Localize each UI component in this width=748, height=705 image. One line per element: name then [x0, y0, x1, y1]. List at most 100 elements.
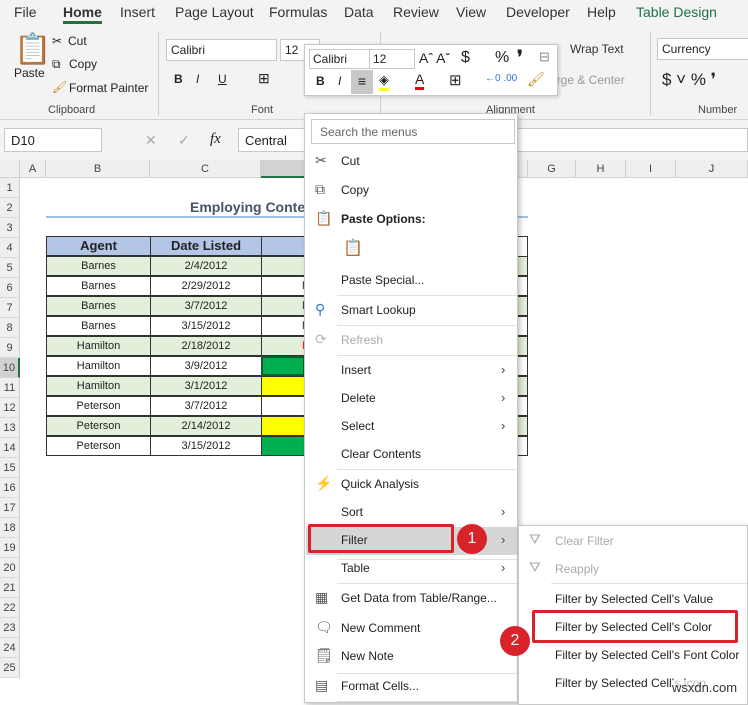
paste-button[interactable]: Paste: [14, 66, 45, 80]
number-format-select[interactable]: Currency: [657, 38, 748, 60]
table-cell[interactable]: Hamilton: [46, 336, 151, 356]
insert-function-button[interactable]: fx: [210, 131, 221, 148]
mini-percent-button[interactable]: %: [495, 49, 509, 67]
underline-button[interactable]: U: [218, 72, 227, 86]
menu-item-select[interactable]: Select: [341, 419, 374, 433]
table-cell[interactable]: 3/9/2012: [150, 356, 262, 376]
row-header[interactable]: 16: [0, 478, 20, 498]
currency-icon[interactable]: $ ˅ % ❜: [662, 70, 716, 90]
row-header[interactable]: 13: [0, 418, 20, 438]
row-header[interactable]: 19: [0, 538, 20, 558]
column-header[interactable]: G: [528, 160, 576, 178]
table-cell[interactable]: Hamilton: [46, 376, 151, 396]
table-cell[interactable]: 2/18/2012: [150, 336, 262, 356]
row-header[interactable]: 10: [0, 358, 20, 378]
mini-font-name[interactable]: Calibri: [309, 49, 371, 69]
menu-item-delete[interactable]: Delete: [341, 391, 376, 405]
table-cell[interactable]: 3/1/2012: [150, 376, 262, 396]
table-cell[interactable]: 2/4/2012: [150, 256, 262, 276]
table-cell[interactable]: 3/7/2012: [150, 296, 262, 316]
row-header[interactable]: 17: [0, 498, 20, 518]
table-cell[interactable]: Hamilton: [46, 356, 151, 376]
mini-comma-button[interactable]: ❜: [517, 47, 523, 68]
row-header[interactable]: 6: [0, 278, 20, 298]
tab-table-design[interactable]: Table Design: [636, 4, 717, 20]
table-cell[interactable]: Peterson: [46, 396, 151, 416]
column-header[interactable]: H: [576, 160, 626, 178]
tab-developer[interactable]: Developer: [506, 4, 570, 20]
row-header[interactable]: 18: [0, 518, 20, 538]
table-cell[interactable]: 3/15/2012: [150, 436, 262, 456]
name-box[interactable]: D10: [4, 128, 102, 152]
table-cell[interactable]: Barnes: [46, 276, 151, 296]
tab-page-layout[interactable]: Page Layout: [175, 4, 254, 20]
borders-icon[interactable]: ⊞: [258, 70, 270, 87]
table-cell[interactable]: Barnes: [46, 296, 151, 316]
row-header[interactable]: 4: [0, 238, 20, 258]
menu-item-format-cells[interactable]: Format Cells...: [341, 679, 419, 693]
menu-item-cut[interactable]: Cut: [341, 154, 360, 168]
column-header[interactable]: C: [150, 160, 261, 178]
menu-item-get-data-from-table-range[interactable]: Get Data from Table/Range...: [341, 591, 497, 605]
menu-item-new-note[interactable]: New Note: [341, 649, 394, 663]
mini-font-size[interactable]: 12: [369, 49, 415, 69]
menu-item-insert[interactable]: Insert: [341, 363, 371, 377]
font-color-icon[interactable]: A: [415, 71, 425, 90]
column-header[interactable]: J: [676, 160, 748, 178]
tab-insert[interactable]: Insert: [120, 4, 155, 20]
paste-values-icon[interactable]: 📋: [343, 238, 363, 258]
fill-color-icon[interactable]: ◈: [379, 72, 389, 91]
row-header[interactable]: 21: [0, 578, 20, 598]
row-header[interactable]: 8: [0, 318, 20, 338]
tab-review[interactable]: Review: [393, 4, 439, 20]
decimal-icon[interactable]: ←0 .00: [485, 73, 517, 84]
row-header[interactable]: 15: [0, 458, 20, 478]
column-header[interactable]: B: [46, 160, 150, 178]
copy-button[interactable]: Copy: [69, 57, 97, 71]
row-header[interactable]: 9: [0, 338, 20, 358]
tab-help[interactable]: Help: [587, 4, 616, 20]
row-header[interactable]: 3: [0, 218, 20, 238]
merge-icon[interactable]: ⊟: [539, 49, 550, 65]
menu-item-new-comment[interactable]: New Comment: [341, 621, 420, 635]
table-cell[interactable]: Barnes: [46, 256, 151, 276]
row-header[interactable]: 2: [0, 198, 20, 218]
table-cell[interactable]: Peterson: [46, 416, 151, 436]
tab-view[interactable]: View: [456, 4, 486, 20]
search-menus-input[interactable]: Search the menus: [311, 119, 515, 144]
table-header-cell[interactable]: Date Listed: [150, 236, 262, 256]
menu-item-smart-lookup[interactable]: Smart Lookup: [341, 303, 416, 317]
bold-button[interactable]: B: [174, 72, 183, 86]
menu-item-table[interactable]: Table: [341, 561, 370, 575]
align-center-icon[interactable]: ≡: [351, 70, 373, 94]
row-header[interactable]: 7: [0, 298, 20, 318]
table-header-cell[interactable]: Agent: [46, 236, 151, 256]
menu-item-sort[interactable]: Sort: [341, 505, 363, 519]
table-cell[interactable]: 3/15/2012: [150, 316, 262, 336]
column-header[interactable]: A: [20, 160, 46, 178]
mini-bold-button[interactable]: B: [316, 74, 325, 88]
cut-button[interactable]: Cut: [68, 34, 87, 48]
italic-button[interactable]: I: [196, 72, 199, 86]
table-cell[interactable]: 3/7/2012: [150, 396, 262, 416]
menu-item-copy[interactable]: Copy: [341, 183, 369, 197]
table-cell[interactable]: 2/14/2012: [150, 416, 262, 436]
paste-icon[interactable]: 📋: [14, 32, 51, 67]
row-header[interactable]: 14: [0, 438, 20, 458]
menu-item-paste-special[interactable]: Paste Special...: [341, 273, 424, 287]
table-cell[interactable]: Peterson: [46, 436, 151, 456]
format-painter-button[interactable]: Format Painter: [69, 81, 148, 95]
tab-data[interactable]: Data: [344, 4, 374, 20]
row-header[interactable]: 12: [0, 398, 20, 418]
menu-item-clear-contents[interactable]: Clear Contents: [341, 447, 421, 461]
grow-font-icon[interactable]: Aˆ Aˇ: [419, 50, 450, 66]
wrap-text-button[interactable]: Wrap Text: [570, 42, 624, 56]
tab-file[interactable]: File: [14, 4, 37, 20]
row-header[interactable]: 1: [0, 178, 20, 198]
submenu-item[interactable]: Filter by Selected Cell's Value: [555, 592, 713, 606]
column-header[interactable]: I: [626, 160, 676, 178]
row-header[interactable]: 25: [0, 658, 20, 678]
mini-italic-button[interactable]: I: [338, 74, 341, 88]
row-header[interactable]: 22: [0, 598, 20, 618]
tab-formulas[interactable]: Formulas: [269, 4, 327, 20]
